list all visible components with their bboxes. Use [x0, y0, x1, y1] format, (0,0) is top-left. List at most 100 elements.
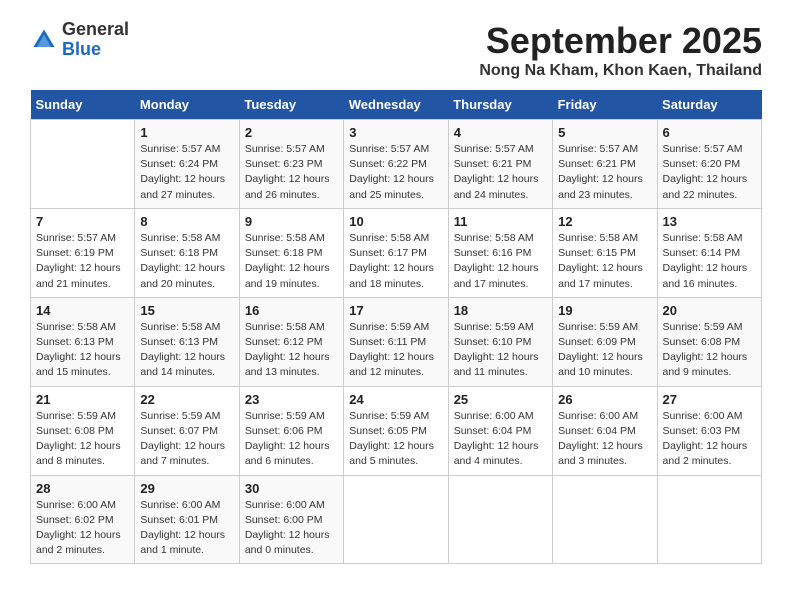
top-row: General Blue September 2025 Nong Na Kham… — [30, 20, 762, 82]
calendar-cell: 9 Sunrise: 5:58 AM Sunset: 6:18 PM Daylig… — [239, 208, 343, 297]
day-number: 28 — [36, 481, 129, 496]
header-right: September 2025 Nong Na Kham, Khon Kaen, … — [479, 20, 762, 80]
calendar-cell: 20Sunrise: 5:59 AM Sunset: 6:08 PM Dayli… — [657, 297, 761, 386]
calendar-cell: 16 Sunrise: 5:58 AM Sunset: 6:12 PM Dayli… — [239, 297, 343, 386]
day-number: 24 — [349, 392, 442, 407]
day-info: Sunrise: 5:59 AM Sunset: 6:06 PM Dayligh… — [245, 409, 338, 470]
week-row-1: 1 Sunrise: 5:57 AM Sunset: 6:24 PM Daylig… — [31, 120, 762, 209]
calendar-cell: 15Sunrise: 5:58 AM Sunset: 6:13 PM Dayli… — [135, 297, 239, 386]
day-number: 11 — [454, 214, 547, 229]
day-number: 2 — [245, 125, 338, 140]
day-info: Sunrise: 5:58 AM Sunset: 6:15 PM Dayligh… — [558, 231, 651, 292]
calendar-cell: 14 Sunrise: 5:58 AM Sunset: 6:13 PM Dayli… — [31, 297, 135, 386]
day-info: Sunrise: 5:57 AM Sunset: 6:22 PM Dayligh… — [349, 142, 442, 203]
day-info: Sunrise: 6:00 AM Sunset: 6:04 PM Dayligh… — [454, 409, 547, 470]
day-number: 13 — [663, 214, 756, 229]
calendar-cell — [657, 475, 761, 564]
day-number: 1 — [140, 125, 233, 140]
day-info: Sunrise: 5:59 AM Sunset: 6:05 PM Dayligh… — [349, 409, 442, 470]
day-info: Sunrise: 5:57 AM Sunset: 6:19 PM Dayligh… — [36, 231, 129, 292]
day-number: 7 — [36, 214, 129, 229]
day-info: Sunrise: 5:57 AM Sunset: 6:23 PM Dayligh… — [245, 142, 338, 203]
day-number: 5 — [558, 125, 651, 140]
day-number: 29 — [140, 481, 233, 496]
day-number: 10 — [349, 214, 442, 229]
day-number: 30 — [245, 481, 338, 496]
day-info: Sunrise: 5:57 AM Sunset: 6:21 PM Dayligh… — [558, 142, 651, 203]
day-number: 4 — [454, 125, 547, 140]
calendar-cell: 26 Sunrise: 6:00 AM Sunset: 6:04 PM Dayli… — [553, 386, 657, 475]
day-info: Sunrise: 5:58 AM Sunset: 6:16 PM Dayligh… — [454, 231, 547, 292]
day-number: 12 — [558, 214, 651, 229]
day-number: 15 — [140, 303, 233, 318]
weekday-header-saturday: Saturday — [657, 90, 761, 120]
day-number: 23 — [245, 392, 338, 407]
weekday-header-wednesday: Wednesday — [344, 90, 448, 120]
weekday-header-tuesday: Tuesday — [239, 90, 343, 120]
week-row-4: 21 Sunrise: 5:59 AM Sunset: 6:08 PM Dayli… — [31, 386, 762, 475]
calendar-cell: 25 Sunrise: 6:00 AM Sunset: 6:04 PM Dayli… — [448, 386, 552, 475]
day-info: Sunrise: 6:00 AM Sunset: 6:04 PM Dayligh… — [558, 409, 651, 470]
day-number: 6 — [663, 125, 756, 140]
day-info: Sunrise: 6:00 AM Sunset: 6:02 PM Dayligh… — [36, 498, 129, 559]
week-row-5: 28 Sunrise: 6:00 AM Sunset: 6:02 PM Dayli… — [31, 475, 762, 564]
calendar-cell: 3 Sunrise: 5:57 AM Sunset: 6:22 PM Daylig… — [344, 120, 448, 209]
calendar-cell: 1 Sunrise: 5:57 AM Sunset: 6:24 PM Daylig… — [135, 120, 239, 209]
day-number: 14 — [36, 303, 129, 318]
day-number: 26 — [558, 392, 651, 407]
calendar-cell: 28 Sunrise: 6:00 AM Sunset: 6:02 PM Dayli… — [31, 475, 135, 564]
day-number: 22 — [140, 392, 233, 407]
calendar-cell: 11 Sunrise: 5:58 AM Sunset: 6:16 PM Dayli… — [448, 208, 552, 297]
day-info: Sunrise: 6:00 AM Sunset: 6:00 PM Dayligh… — [245, 498, 338, 559]
day-info: Sunrise: 5:59 AM Sunset: 6:09 PM Dayligh… — [558, 320, 651, 381]
calendar-cell: 5 Sunrise: 5:57 AM Sunset: 6:21 PM Daylig… — [553, 120, 657, 209]
calendar-cell: 18 Sunrise: 5:59 AM Sunset: 6:10 PM Dayli… — [448, 297, 552, 386]
day-info: Sunrise: 5:58 AM Sunset: 6:13 PM Dayligh… — [36, 320, 129, 381]
calendar-cell — [448, 475, 552, 564]
day-number: 27 — [663, 392, 756, 407]
logo-icon — [30, 26, 58, 54]
calendar-cell: 2 Sunrise: 5:57 AM Sunset: 6:23 PM Daylig… — [239, 120, 343, 209]
calendar-cell: 24 Sunrise: 5:59 AM Sunset: 6:05 PM Dayli… — [344, 386, 448, 475]
week-row-2: 7 Sunrise: 5:57 AM Sunset: 6:19 PM Daylig… — [31, 208, 762, 297]
day-number: 9 — [245, 214, 338, 229]
calendar-cell: 6 Sunrise: 5:57 AM Sunset: 6:20 PM Daylig… — [657, 120, 761, 209]
calendar-table: SundayMondayTuesdayWednesdayThursdayFrid… — [30, 90, 762, 564]
day-number: 21 — [36, 392, 129, 407]
day-number: 19 — [558, 303, 651, 318]
day-number: 3 — [349, 125, 442, 140]
day-number: 16 — [245, 303, 338, 318]
day-info: Sunrise: 5:59 AM Sunset: 6:08 PM Dayligh… — [663, 320, 756, 381]
weekday-header-sunday: Sunday — [31, 90, 135, 120]
weekday-header-friday: Friday — [553, 90, 657, 120]
calendar-cell — [31, 120, 135, 209]
day-number: 18 — [454, 303, 547, 318]
day-info: Sunrise: 5:59 AM Sunset: 6:08 PM Dayligh… — [36, 409, 129, 470]
weekday-header-thursday: Thursday — [448, 90, 552, 120]
day-info: Sunrise: 5:59 AM Sunset: 6:11 PM Dayligh… — [349, 320, 442, 381]
calendar-cell: 22 Sunrise: 5:59 AM Sunset: 6:07 PM Dayli… — [135, 386, 239, 475]
month-title: September 2025 — [479, 20, 762, 62]
logo-text: General Blue — [62, 20, 129, 60]
day-info: Sunrise: 5:58 AM Sunset: 6:12 PM Dayligh… — [245, 320, 338, 381]
day-info: Sunrise: 5:58 AM Sunset: 6:18 PM Dayligh… — [245, 231, 338, 292]
day-info: Sunrise: 5:58 AM Sunset: 6:17 PM Dayligh… — [349, 231, 442, 292]
calendar-cell: 27 Sunrise: 6:00 AM Sunset: 6:03 PM Dayli… — [657, 386, 761, 475]
day-info: Sunrise: 5:59 AM Sunset: 6:07 PM Dayligh… — [140, 409, 233, 470]
calendar-cell: 23 Sunrise: 5:59 AM Sunset: 6:06 PM Dayli… — [239, 386, 343, 475]
calendar-cell: 21 Sunrise: 5:59 AM Sunset: 6:08 PM Dayli… — [31, 386, 135, 475]
day-info: Sunrise: 5:57 AM Sunset: 6:21 PM Dayligh… — [454, 142, 547, 203]
day-info: Sunrise: 6:00 AM Sunset: 6:03 PM Dayligh… — [663, 409, 756, 470]
logo-general-text: General — [62, 20, 129, 40]
calendar-cell: 17 Sunrise: 5:59 AM Sunset: 6:11 PM Dayli… — [344, 297, 448, 386]
week-row-3: 14 Sunrise: 5:58 AM Sunset: 6:13 PM Dayli… — [31, 297, 762, 386]
calendar-cell: 7 Sunrise: 5:57 AM Sunset: 6:19 PM Daylig… — [31, 208, 135, 297]
day-info: Sunrise: 5:57 AM Sunset: 6:24 PM Dayligh… — [140, 142, 233, 203]
calendar-cell: 12 Sunrise: 5:58 AM Sunset: 6:15 PM Dayli… — [553, 208, 657, 297]
day-number: 25 — [454, 392, 547, 407]
day-number: 17 — [349, 303, 442, 318]
day-info: Sunrise: 5:57 AM Sunset: 6:20 PM Dayligh… — [663, 142, 756, 203]
day-info: Sunrise: 5:59 AM Sunset: 6:10 PM Dayligh… — [454, 320, 547, 381]
weekday-header-monday: Monday — [135, 90, 239, 120]
calendar-cell: 8Sunrise: 5:58 AM Sunset: 6:18 PM Daylig… — [135, 208, 239, 297]
